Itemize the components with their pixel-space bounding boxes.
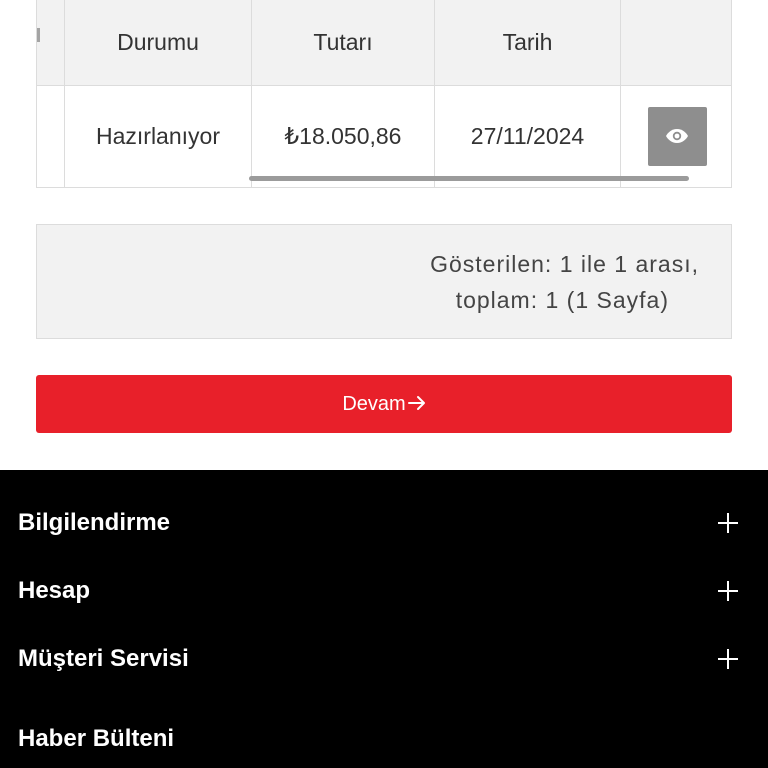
- table-header-actions: [621, 0, 731, 85]
- footer-section-label: Müşteri Servisi: [18, 645, 189, 672]
- pagination-info-line1: Gösterilen: 1 ile 1 arası,: [430, 250, 699, 277]
- plus-icon[interactable]: [718, 513, 738, 533]
- site-footer: Bilgilendirme Hesap Müşteri Servisi Habe…: [0, 470, 768, 768]
- table-header-row: Durumu Tutarı Tarih: [37, 0, 731, 86]
- table-row: Hazırlanıyor ₺18.050,86 27/11/2024: [37, 86, 731, 187]
- footer-section-hesap[interactable]: Hesap: [18, 571, 738, 611]
- order-status: Hazırlanıyor: [65, 86, 252, 187]
- table-header-cell-first: [37, 0, 65, 85]
- footer-section-label: Bilgilendirme: [18, 509, 171, 536]
- table-cell-first: [37, 86, 65, 187]
- plus-icon[interactable]: [718, 581, 738, 601]
- footer-section-bilgilendirme[interactable]: Bilgilendirme: [18, 503, 738, 543]
- plus-icon[interactable]: [718, 649, 738, 669]
- continue-button[interactable]: Devam: [36, 375, 732, 433]
- arrow-right-icon: [407, 391, 426, 417]
- table-header-status[interactable]: Durumu: [65, 0, 252, 85]
- table-header-date[interactable]: Tarih: [435, 0, 621, 85]
- orders-table: Durumu Tutarı Tarih Hazırlanıyor ₺18.050…: [36, 0, 732, 188]
- table-header-amount[interactable]: Tutarı: [252, 0, 435, 85]
- view-order-button[interactable]: [647, 107, 707, 166]
- footer-section-musteri-servisi[interactable]: Müşteri Servisi: [18, 639, 738, 679]
- order-date: 27/11/2024: [435, 86, 621, 187]
- pagination-info-line2: toplam: 1 (1 Sayfa): [455, 286, 669, 313]
- pagination-info: Gösterilen: 1 ile 1 arası, toplam: 1 (1 …: [36, 224, 732, 339]
- order-amount: ₺18.050,86: [252, 86, 435, 187]
- continue-button-label: Devam: [342, 392, 406, 415]
- table-cell-actions: [621, 86, 731, 187]
- newsletter-title: Haber Bülteni: [18, 725, 175, 752]
- footer-section-label: Hesap: [18, 577, 91, 604]
- eye-icon: [665, 123, 689, 150]
- table-horizontal-scrollbar[interactable]: [249, 176, 689, 181]
